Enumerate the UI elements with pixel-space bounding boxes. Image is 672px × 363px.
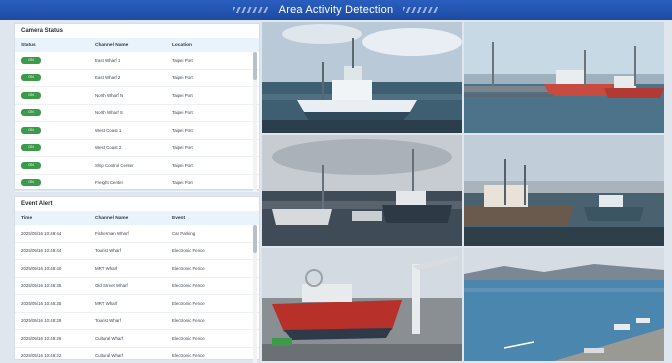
channel-name: Ship Control Center [95,162,134,168]
event-time: 2025/05/16 10:48:35 [21,300,62,306]
table-row[interactable]: 2025/05/16 10:48:28 Tourist Wharf Electr… [15,313,259,330]
column-header-time: Time [21,215,33,221]
table-row[interactable]: ON East Wharf 1 Taipei Port [15,52,259,70]
event-type: Car Parking [172,230,196,236]
location: Taipei Port [172,75,193,81]
channel-name: Tourist Wharf [95,248,121,254]
event-type: Electronic Fence [172,265,205,271]
camera-feed-2[interactable] [464,22,664,133]
channel-name: MRT Wharf [95,265,118,271]
scroll-thumb[interactable] [253,52,257,80]
title-decoration-right [403,7,440,13]
title-bar: Area Activity Detection [0,0,672,20]
event-alert-scrollbar[interactable] [253,225,257,363]
table-row[interactable]: ON Freight Center Taipei Port [15,175,259,192]
camera-status-title: Camera Status [21,28,64,34]
column-header-status: Status [21,42,36,48]
column-header-event: Event [172,215,186,221]
event-time: 2025/05/16 10:48:40 [21,265,62,271]
channel-name: North Wharf S [95,110,123,116]
event-alert-header: Time Channel Name Event [15,211,259,225]
status-badge: ON [21,74,41,82]
channel-name: Cultural Wharf [95,335,124,341]
status-badge: ON [21,161,41,169]
camera-feed-1[interactable] [262,22,462,133]
table-row[interactable]: 2025/05/16 10:48:26 Cultural Wharf Elect… [15,330,259,348]
status-badge: ON [21,179,41,187]
table-row[interactable]: 2025/05/16 10:48:35 MRT Wharf Electronic… [15,295,259,313]
camera-feed-grid [262,22,664,361]
column-header-channel: Channel Name [95,42,129,48]
table-row[interactable]: ON North Wharf N Taipei Port [15,87,259,105]
status-badge: ON [21,91,41,99]
event-time: 2025/05/16 10:48:28 [21,318,62,324]
title-decoration-left [232,7,269,13]
location: Taipei Port [172,57,193,63]
event-time: 2025/05/16 10:48:44 [21,230,62,236]
channel-name: MRT Wharf [95,300,118,306]
location: Taipei Port [172,110,193,116]
camera-feed-6[interactable] [464,248,664,361]
channel-name: Old Street Wharf [95,283,128,289]
camera-feed-4[interactable] [464,135,664,246]
location: Taipei Port [172,92,193,98]
event-type: Electronic Fence [172,318,205,324]
camera-status-list[interactable]: ON East Wharf 1 Taipei Port ON East Whar… [15,52,259,192]
channel-name: West Coast 2 [95,145,122,151]
location: Taipei Port [172,145,193,151]
table-row[interactable]: 2025/05/16 10:48:22 Cultural Wharf Elect… [15,348,259,363]
event-alert-list[interactable]: 2025/05/16 10:48:44 Fisherman Wharf Car … [15,225,259,363]
channel-name: Freight Center [95,180,124,186]
event-time: 2025/05/16 10:48:26 [21,335,62,341]
event-alert-title: Event Alert [21,201,53,207]
scroll-thumb[interactable] [253,225,257,253]
page-title: Area Activity Detection [278,4,394,16]
camera-status-panel: Camera Status Status Channel Name Locati… [14,23,260,192]
location: Taipei Port [172,180,193,186]
channel-name: West Coast 1 [95,127,122,133]
camera-status-scrollbar[interactable] [253,52,257,192]
location: Taipei Port [172,127,193,133]
channel-name: Fisherman Wharf [95,230,129,236]
event-type: Electronic Fence [172,283,205,289]
location: Taipei Port [172,162,193,168]
event-type: Electronic Fence [172,353,205,359]
table-row[interactable]: 2025/05/16 10:48:44 Tourist Wharf Electr… [15,243,259,260]
channel-name: Tourist Wharf [95,318,121,324]
table-row[interactable]: ON West Coast 1 Taipei Port [15,122,259,140]
event-time: 2025/05/16 10:48:35 [21,283,62,289]
event-type: Electronic Fence [172,248,205,254]
table-row[interactable]: 2025/05/16 10:48:35 Old Street Wharf Ele… [15,278,259,295]
channel-name: East Wharf 1 [95,57,121,63]
table-row[interactable]: 2025/05/16 10:48:44 Fisherman Wharf Car … [15,225,259,243]
channel-name: East Wharf 2 [95,75,121,81]
status-badge: ON [21,109,41,117]
status-badge: ON [21,56,41,64]
status-badge: ON [21,144,41,152]
event-type: Electronic Fence [172,300,205,306]
event-time: 2025/05/16 10:48:44 [21,248,62,254]
table-row[interactable]: ON East Wharf 2 Taipei Port [15,70,259,87]
status-badge: ON [21,126,41,134]
table-row[interactable]: ON North Wharf S Taipei Port [15,105,259,122]
event-time: 2025/05/16 10:48:22 [21,353,62,359]
channel-name: North Wharf N [95,92,124,98]
camera-feed-3[interactable] [262,135,462,246]
channel-name: Cultural Wharf [95,353,124,359]
camera-status-header: Status Channel Name Location [15,38,259,52]
column-header-location: Location [172,42,192,48]
event-type: Electronic Fence [172,335,205,341]
table-row[interactable]: ON West Coast 2 Taipei Port [15,140,259,157]
camera-feed-5[interactable] [262,248,462,361]
table-row[interactable]: 2025/05/16 10:48:40 MRT Wharf Electronic… [15,260,259,278]
column-header-channel: Channel Name [95,215,129,221]
table-row[interactable]: ON Ship Control Center Taipei Port [15,157,259,175]
event-alert-panel: Event Alert Time Channel Name Event 2025… [14,196,260,363]
